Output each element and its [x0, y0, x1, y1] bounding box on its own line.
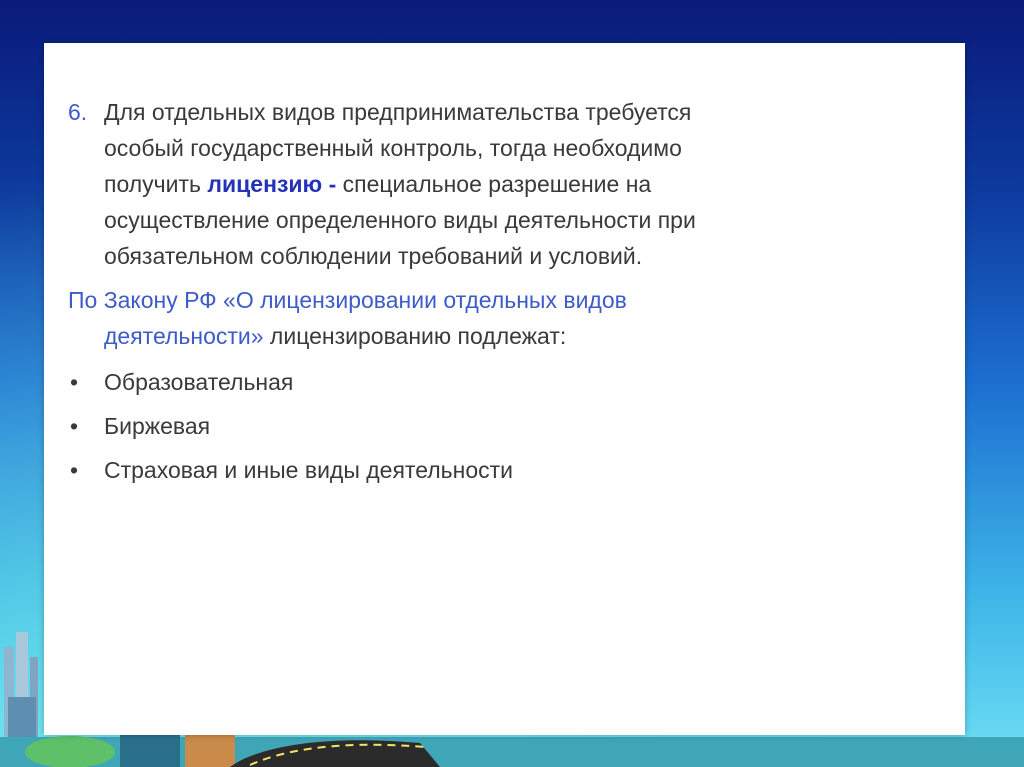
law-line-1: По Закону РФ «О лицензировании отдельных…: [68, 287, 627, 313]
paragraph-number: 6.: [68, 99, 88, 125]
paragraph-licensing: 6. Для отдельных видов предпринимательст…: [68, 94, 808, 274]
law-line-2-rest: лицензированию подлежат:: [263, 323, 567, 349]
bullet-icon: •: [70, 369, 79, 395]
list-item-label: Образовательная: [104, 369, 294, 395]
list-item-label: Страховая и иные виды деятельности: [104, 457, 514, 483]
paragraph-line-3-post: специальное разрешение на: [336, 171, 652, 197]
paragraph-line-2: особый государственный контроль, тогда н…: [104, 135, 682, 161]
paragraph-line-1: Для отдельных видов предпринимательства …: [104, 99, 692, 125]
list-item: • Биржевая: [68, 408, 808, 452]
paragraph-line-5: обязательном соблюдении требований и усл…: [104, 243, 643, 269]
list-item-label: Биржевая: [104, 413, 211, 439]
paragraph-line-4: осуществление определенного виды деятель…: [104, 207, 696, 233]
slide-content: 6. Для отдельных видов предпринимательст…: [68, 94, 808, 496]
paragraph-line-3-pre: получить: [104, 171, 208, 197]
licensed-activities-list: • Образовательная • Биржевая • Страховая…: [68, 364, 808, 496]
bullet-icon: •: [70, 413, 79, 439]
law-line-2-blue: деятельности»: [104, 323, 264, 349]
list-item: • Образовательная: [68, 364, 808, 408]
license-term: лицензию -: [207, 171, 337, 197]
list-item: • Страховая и иные виды деятельности: [68, 452, 808, 496]
law-statement: По Закону РФ «О лицензировании отдельных…: [68, 282, 808, 354]
bullet-icon: •: [70, 457, 79, 483]
